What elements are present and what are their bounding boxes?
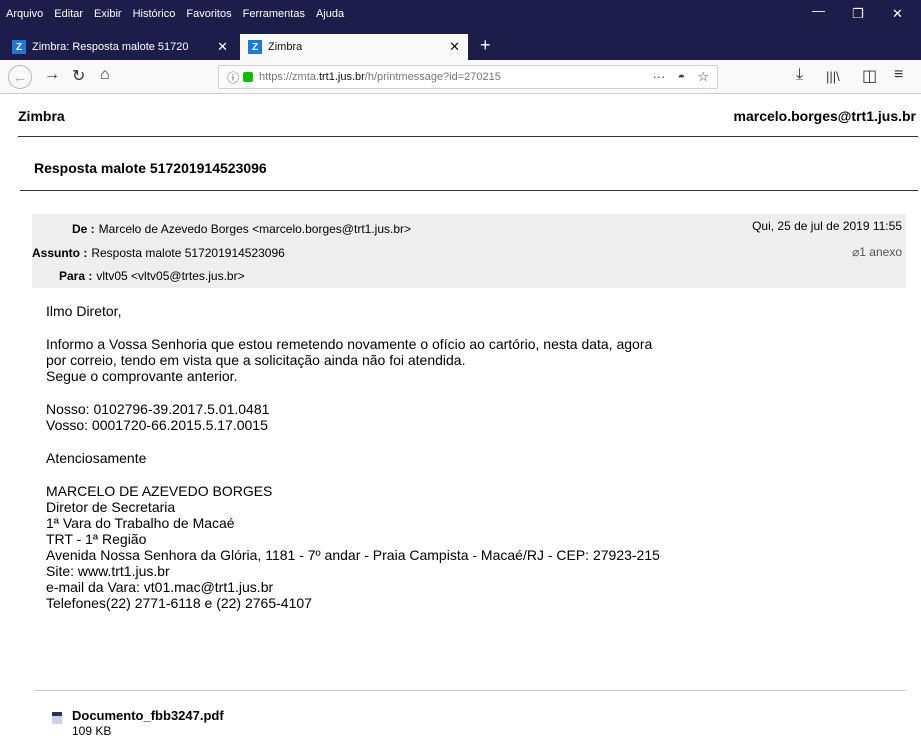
body-line: Informo a Vossa Senhoria que estou remet… xyxy=(46,336,653,352)
forward-arrow-icon[interactable]: → xyxy=(44,66,60,84)
subject-row: Assunto : Resposta malote 51720191452309… xyxy=(32,243,285,263)
download-icon[interactable]: ⤓ xyxy=(796,66,803,84)
tab-title: Zimbra xyxy=(268,41,303,53)
menu-hamburger-icon[interactable]: ≡ xyxy=(894,66,903,84)
message-date: Qui, 25 de jul de 2019 11:55 xyxy=(752,219,902,233)
app-name: Zimbra xyxy=(18,108,65,124)
lock-icon xyxy=(243,72,254,82)
signature-role: Diretor de Secretaria xyxy=(46,499,176,515)
page-title: Resposta malote 517201914523096 xyxy=(34,160,267,176)
tab-title: Zimbra: Resposta malote 51720 xyxy=(32,41,189,53)
menu-ajuda[interactable]: Ajuda xyxy=(316,8,344,20)
to-value: vltv05 <vltv05@trtes.jus.br> xyxy=(96,269,245,283)
home-icon[interactable]: ⌂ xyxy=(100,66,110,84)
page-actions-icon[interactable]: ··· xyxy=(652,69,665,85)
from-row: De : Marcelo de Azevedo Borges <marcelo.… xyxy=(72,219,411,239)
sidebar-icon[interactable]: ◫ xyxy=(862,66,877,86)
menu-ferramentas[interactable]: Ferramentas xyxy=(243,8,305,20)
body-line: Segue o comprovante anterior. xyxy=(46,368,238,384)
signature-name: MARCELO DE AZEVEDO BORGES xyxy=(46,483,273,499)
close-window-icon[interactable]: ✕ xyxy=(892,6,903,22)
menu-historico[interactable]: Histórico xyxy=(133,8,176,20)
address-bar-actions: ··· ◓ ☆ xyxy=(652,69,709,85)
url-text[interactable]: https://zmta.trt1.jus.br/h/printmessage?… xyxy=(259,71,609,83)
subject-value: Resposta malote 517201914523096 xyxy=(91,246,285,260)
signature-phones: Telefones(22) 2771-6118 e (22) 2765-4107 xyxy=(46,595,312,611)
user-email: marcelo.borges@trt1.jus.br xyxy=(733,108,916,124)
from-label: De : xyxy=(72,222,95,236)
new-tab-icon[interactable]: + xyxy=(480,35,491,56)
tab-bar: Z Zimbra: Resposta malote 51720 ✕ Z Zimb… xyxy=(0,30,921,60)
bookmark-star-icon[interactable]: ☆ xyxy=(697,69,709,85)
close-tab-icon[interactable]: ✕ xyxy=(449,39,460,55)
greeting: Ilmo Diretor, xyxy=(46,303,122,319)
signature-region: TRT - 1ª Região xyxy=(46,531,147,547)
message-body: Ilmo Diretor, Informo a Vossa Senhoria q… xyxy=(46,303,906,628)
nosso-number: Nosso: 0102796-39.2017.5.01.0481 xyxy=(46,401,270,417)
attachment-size: 109 KB xyxy=(72,724,112,738)
signature-address: Avenida Nossa Senhora da Glória, 1181 - … xyxy=(46,547,660,563)
to-label: Para : xyxy=(59,269,93,283)
pocket-icon[interactable]: ◓ xyxy=(677,69,685,85)
closing: Atenciosamente xyxy=(46,450,147,466)
reload-icon[interactable]: ↻ xyxy=(72,66,85,86)
signature-org: 1ª Vara do Trabalho de Macaé xyxy=(46,515,235,531)
back-arrow-icon[interactable]: ← xyxy=(8,65,32,89)
pdf-file-icon xyxy=(52,712,62,724)
body-line: por correio, tendo em vista que a solici… xyxy=(46,352,466,368)
vosso-number: Vosso: 0001720-66.2015.5.17.0015 xyxy=(46,417,268,433)
tab-zimbra[interactable]: Z Zimbra ✕ xyxy=(240,34,468,60)
menu-bar: Arquivo Editar Exibir Histórico Favorito… xyxy=(0,0,921,30)
minimize-icon[interactable]: — xyxy=(812,3,825,18)
menu-editar[interactable]: Editar xyxy=(54,8,83,20)
print-header: Zimbra marcelo.borges@trt1.jus.br xyxy=(18,108,918,128)
address-bar[interactable]: ⓘ https://zmta.trt1.jus.br/h/printmessag… xyxy=(218,65,718,89)
to-row: Para : vltv05 <vltv05@trtes.jus.br> xyxy=(59,266,245,286)
attachment-count: ⌀1 anexo xyxy=(852,245,902,259)
subject-label: Assunto : xyxy=(32,246,88,260)
message-header: De : Marcelo de Azevedo Borges <marcelo.… xyxy=(32,214,906,288)
tab-resposta-malote[interactable]: Z Zimbra: Resposta malote 51720 ✕ xyxy=(4,34,236,60)
attachment-name[interactable]: Documento_fbb3247.pdf xyxy=(72,708,224,723)
signature-email: e-mail da Vara: vt01.mac@trt1.jus.br xyxy=(46,579,274,595)
menu-list: Arquivo Editar Exibir Histórico Favorito… xyxy=(6,8,344,20)
zimbra-favicon-icon: Z xyxy=(248,40,262,54)
from-value: Marcelo de Azevedo Borges <marcelo.borge… xyxy=(98,222,412,236)
zimbra-favicon-icon: Z xyxy=(12,40,26,54)
menu-arquivo[interactable]: Arquivo xyxy=(6,8,43,20)
library-icon[interactable]: |||\ xyxy=(826,69,840,84)
maximize-icon[interactable]: ❐ xyxy=(852,6,864,22)
menu-exibir[interactable]: Exibir xyxy=(94,8,122,20)
signature-site: Site: www.trt1.jus.br xyxy=(46,563,170,579)
divider xyxy=(20,190,918,191)
close-tab-icon[interactable]: ✕ xyxy=(217,39,228,55)
menu-favoritos[interactable]: Favoritos xyxy=(186,8,231,20)
divider xyxy=(34,690,906,691)
info-icon[interactable]: ⓘ xyxy=(227,69,239,86)
navigation-bar: ← → ↻ ⌂ ⓘ https://zmta.trt1.jus.br/h/pri… xyxy=(0,60,921,94)
divider xyxy=(18,136,918,137)
